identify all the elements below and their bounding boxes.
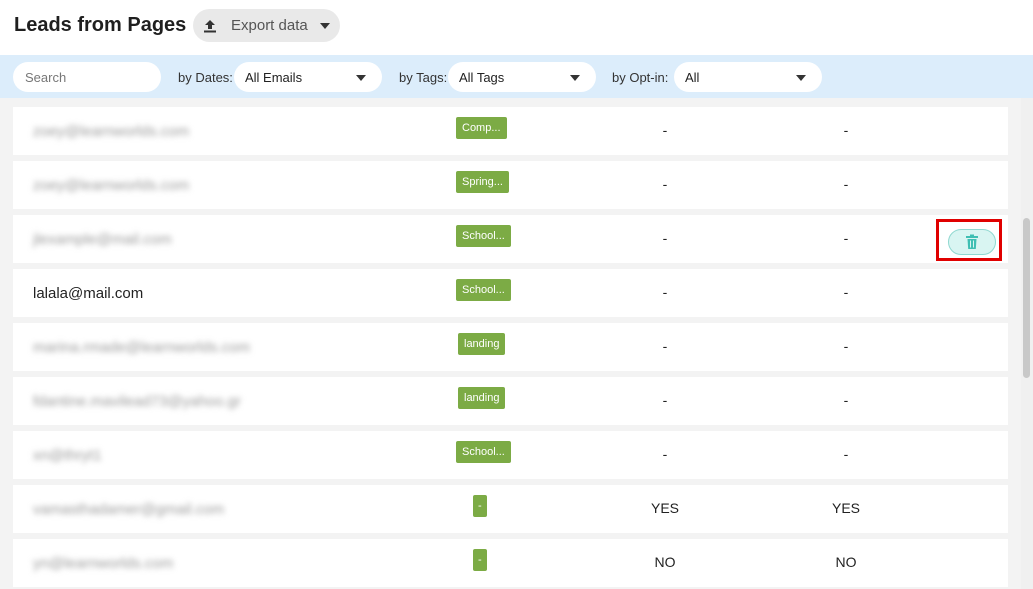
tags-filter-label: by Tags:	[399, 70, 448, 85]
table-row[interactable]: yn@learnworlds.com - NO NO	[13, 539, 1008, 587]
export-data-label: Export data	[231, 17, 308, 34]
table-row[interactable]: jlexample@mail.com School... - -	[13, 215, 1008, 263]
table-row[interactable]: xn@thryt1 School... - -	[13, 431, 1008, 479]
table-row[interactable]: zoey@learnworlds.com Spring... - -	[13, 161, 1008, 209]
lead-email: lalala@mail.com	[33, 285, 144, 302]
tag-badge: Comp...	[456, 117, 507, 139]
lead-col-1: -	[662, 392, 668, 408]
lead-col-2: -	[843, 446, 849, 462]
lead-col-2: -	[843, 122, 849, 138]
table-row[interactable]: zoey@learnworlds.com Comp... - -	[13, 107, 1008, 155]
lead-email: yn@learnworlds.com	[33, 555, 174, 572]
lead-col-2: -	[843, 176, 849, 192]
page-header: Leads from Pages Export data	[0, 0, 1033, 55]
leads-list: zoey@learnworlds.com Comp... - - zoey@le…	[0, 98, 1021, 589]
dates-filter-label: by Dates:	[178, 70, 233, 85]
tag-badge: landing	[458, 333, 506, 355]
export-data-button[interactable]: Export data	[193, 9, 340, 42]
page-title: Leads from Pages	[14, 14, 187, 36]
lead-col-1: -	[662, 338, 668, 354]
lead-col-1: -	[662, 122, 668, 138]
lead-email: jlexample@mail.com	[33, 231, 172, 248]
lead-col-1: NO	[654, 554, 676, 570]
scrollbar-thumb[interactable]	[1023, 218, 1030, 378]
scrollbar[interactable]	[1021, 98, 1033, 589]
lead-email: zoey@learnworlds.com	[33, 177, 190, 194]
trash-icon	[966, 234, 978, 249]
upload-icon	[204, 19, 216, 32]
dates-filter-value: All Emails	[245, 69, 303, 85]
tag-badge: Spring...	[456, 171, 509, 193]
tag-badge: School...	[456, 225, 511, 247]
dates-filter-select[interactable]: All Emails	[234, 62, 382, 92]
tag-badge: School...	[456, 441, 511, 463]
lead-email: zoey@learnworlds.com	[33, 123, 190, 140]
lead-col-2: -	[843, 284, 849, 300]
optin-filter-label: by Opt-in:	[612, 70, 669, 85]
lead-col-2: -	[843, 338, 849, 354]
tag-badge: -	[473, 549, 487, 571]
lead-col-2: NO	[835, 554, 857, 570]
tag-badge: -	[473, 495, 487, 517]
chevron-down-icon	[356, 75, 366, 81]
lead-col-1: -	[662, 284, 668, 300]
lead-col-1: -	[662, 230, 668, 246]
table-row[interactable]: lalala@mail.com School... - -	[13, 269, 1008, 317]
tags-filter-select[interactable]: All Tags	[448, 62, 596, 92]
delete-highlight	[936, 219, 1002, 261]
chevron-down-icon	[796, 75, 806, 81]
optin-filter-select[interactable]: All	[674, 62, 822, 92]
table-row[interactable]: vamasthadamer@gmail.com - YES YES	[13, 485, 1008, 533]
delete-lead-button[interactable]	[948, 229, 996, 255]
table-row[interactable]: fdantine.mavilead73@yahoo.gr landing - -	[13, 377, 1008, 425]
optin-filter-value: All	[685, 69, 700, 85]
tag-badge: School...	[456, 279, 511, 301]
lead-col-2: -	[843, 392, 849, 408]
lead-email: fdantine.mavilead73@yahoo.gr	[33, 393, 241, 410]
lead-col-2: YES	[831, 500, 860, 516]
tag-badge: landing	[458, 387, 506, 409]
tags-filter-value: All Tags	[459, 69, 505, 85]
filter-bar: by Dates: All Emails by Tags: All Tags b…	[0, 55, 1033, 98]
lead-col-1: -	[662, 446, 668, 462]
lead-col-1: -	[662, 176, 668, 192]
table-row[interactable]: marina.rmade@learnworlds.com landing - -	[13, 323, 1008, 371]
lead-email: vamasthadamer@gmail.com	[33, 501, 225, 518]
lead-email: xn@thryt1	[33, 447, 102, 464]
lead-email: marina.rmade@learnworlds.com	[33, 339, 250, 356]
search-input[interactable]	[13, 62, 161, 92]
chevron-down-icon	[570, 75, 580, 81]
lead-col-1: YES	[650, 500, 679, 516]
lead-col-2: -	[843, 230, 849, 246]
chevron-down-icon	[319, 22, 330, 29]
